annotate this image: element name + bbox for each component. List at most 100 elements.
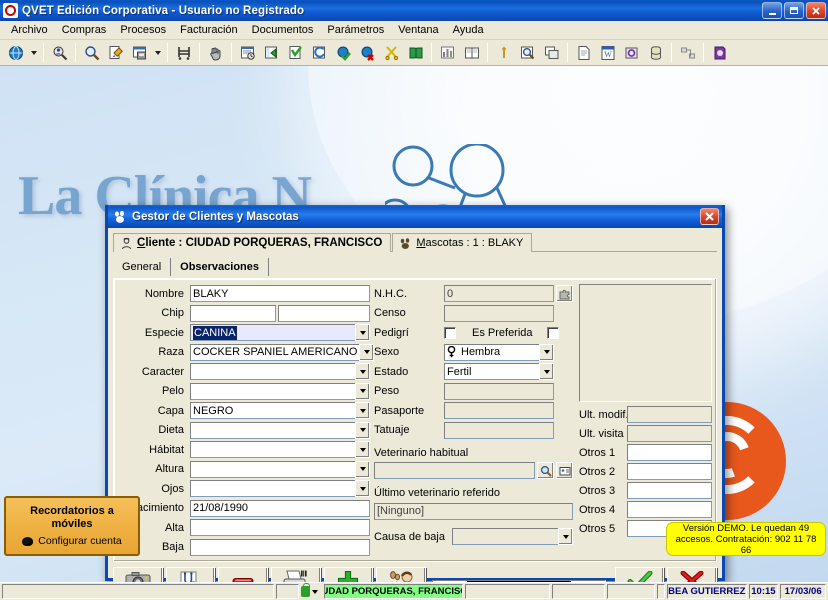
hand-icon[interactable] [204,42,227,64]
puzzle-icon[interactable] [556,285,573,303]
aceptar-button[interactable]: Aceptar [614,567,665,582]
field-habitat[interactable] [190,441,370,459]
chevron-down-icon[interactable] [539,343,554,361]
field-nombre[interactable]: BLAKY [190,285,370,303]
nuevo-button[interactable]: Nuevo [323,567,374,582]
chevron-down-icon[interactable] [355,402,370,420]
purple-book-icon[interactable] [708,42,731,64]
chevron-down-icon[interactable] [355,480,370,498]
eliminar-button[interactable]: Eliminar [218,567,268,582]
chevron-down-icon[interactable] [355,460,370,478]
field-alta[interactable] [190,519,370,537]
nav-prev-button[interactable]: ◀ [450,580,468,582]
chevron-down-icon[interactable] [558,528,573,546]
configurar-cuenta-link[interactable]: Configurar cuenta [22,535,122,547]
field-causa-baja[interactable] [452,528,573,546]
page-icon[interactable] [572,42,595,64]
chart-icon[interactable] [436,42,459,64]
field-otros-2[interactable] [627,463,712,480]
globe-icon[interactable] [4,42,27,64]
checkbox-pedigri[interactable] [444,326,456,339]
menu-procesos[interactable]: Procesos [113,22,173,38]
chevron-down-icon[interactable] [152,42,163,64]
field-chip-b[interactable] [278,304,370,322]
field-estado[interactable]: Fertil [444,363,554,381]
menu-compras[interactable]: Compras [55,22,114,38]
field-dieta[interactable] [190,421,370,439]
field-otros-4[interactable] [627,501,712,518]
field-otros-3[interactable] [627,482,712,499]
field-chip-a[interactable] [190,304,276,322]
propietario-button[interactable]: Propietario [376,567,427,582]
close-button[interactable] [806,2,826,19]
chevron-down-icon[interactable] [355,382,370,400]
magnifier-icon[interactable] [80,42,103,64]
globe-cancel-icon[interactable] [356,42,379,64]
menu-parametros[interactable]: Parámetros [320,22,391,38]
field-censo[interactable] [444,304,554,322]
menu-ventana[interactable]: Ventana [391,22,445,38]
scissors-icon[interactable] [380,42,403,64]
preview-icon[interactable] [516,42,539,64]
menu-facturacion[interactable]: Facturación [173,22,244,38]
maximize-button[interactable] [784,2,804,19]
field-nhc[interactable]: 0 [444,285,554,303]
form-clock-icon[interactable] [236,42,259,64]
search-person-icon[interactable] [48,42,71,64]
tab-cliente[interactable]: Cliente : CIUDAD PORQUERAS, FRANCISCO [113,233,392,252]
foto-button[interactable]: Foto [113,567,163,582]
field-especie[interactable]: CANINA [190,324,370,342]
historial-button[interactable]: Historial [165,567,216,582]
field-sexo[interactable]: Hembra [444,343,554,361]
nav-next-button[interactable]: ▶ [570,580,588,582]
trolley-icon[interactable] [172,42,195,64]
field-caracter[interactable] [190,363,370,381]
field-tatuaje[interactable] [444,421,554,439]
field-altura[interactable] [190,460,370,478]
tab-observaciones[interactable]: Observaciones [171,258,270,276]
magnifier-icon[interactable] [537,462,554,480]
field-pelo[interactable] [190,382,370,400]
field-ojos[interactable] [190,480,370,498]
vertical-arrow-icon[interactable] [492,42,515,64]
chevron-down-icon[interactable] [539,363,554,381]
tab-general[interactable]: General [113,258,172,276]
contact-card-icon[interactable] [556,462,573,480]
green-book-icon[interactable] [404,42,427,64]
nav-first-button[interactable]: ⏮ [433,580,451,582]
field-pasaporte[interactable] [444,402,554,420]
tab-mascotas[interactable]: Mascotas : 1 : BLAKY [392,233,533,252]
menu-documentos[interactable]: Documentos [245,22,321,38]
green-check-book-icon[interactable] [284,42,307,64]
word-icon[interactable]: W [596,42,619,64]
dialog-close-button[interactable] [700,208,719,225]
database-icon[interactable] [644,42,667,64]
recordatorios-panel[interactable]: Recordatorios a móviles Configurar cuent… [4,496,140,556]
chevron-down-icon[interactable] [355,441,370,459]
menu-archivo[interactable]: Archivo [4,22,55,38]
cancelar-button[interactable]: Cancelar [667,567,718,582]
nav-last-button[interactable]: ⏭ [587,580,605,582]
blue-refresh-icon[interactable] [308,42,331,64]
globe-check-icon[interactable] [332,42,355,64]
checkbox-es-preferida[interactable] [546,326,559,339]
pen-document-icon[interactable] [104,42,127,64]
field-capa[interactable]: NEGRO [190,402,370,420]
chevron-down-icon[interactable] [28,42,39,64]
field-baja[interactable] [190,538,370,556]
window-save-icon[interactable] [128,42,151,64]
green-arrow-in-icon[interactable] [260,42,283,64]
chevron-down-icon[interactable] [355,421,370,439]
minimize-button[interactable] [762,2,782,19]
chevron-down-icon[interactable] [355,363,370,381]
export-icon[interactable] [676,42,699,64]
field-raza[interactable]: COCKER SPANIEL AMERICANO [190,343,375,361]
field-nacimiento[interactable]: 21/08/1990 [190,499,370,517]
field-otros-1[interactable] [627,444,712,461]
photo-box[interactable] [579,284,712,402]
windows-icon[interactable] [540,42,563,64]
menu-ayuda[interactable]: Ayuda [446,22,491,38]
field-veterinario-habitual[interactable] [374,462,535,480]
etiquetas-button[interactable]: Etiquetas [270,567,321,582]
statusbar-lock-group[interactable] [301,583,322,597]
